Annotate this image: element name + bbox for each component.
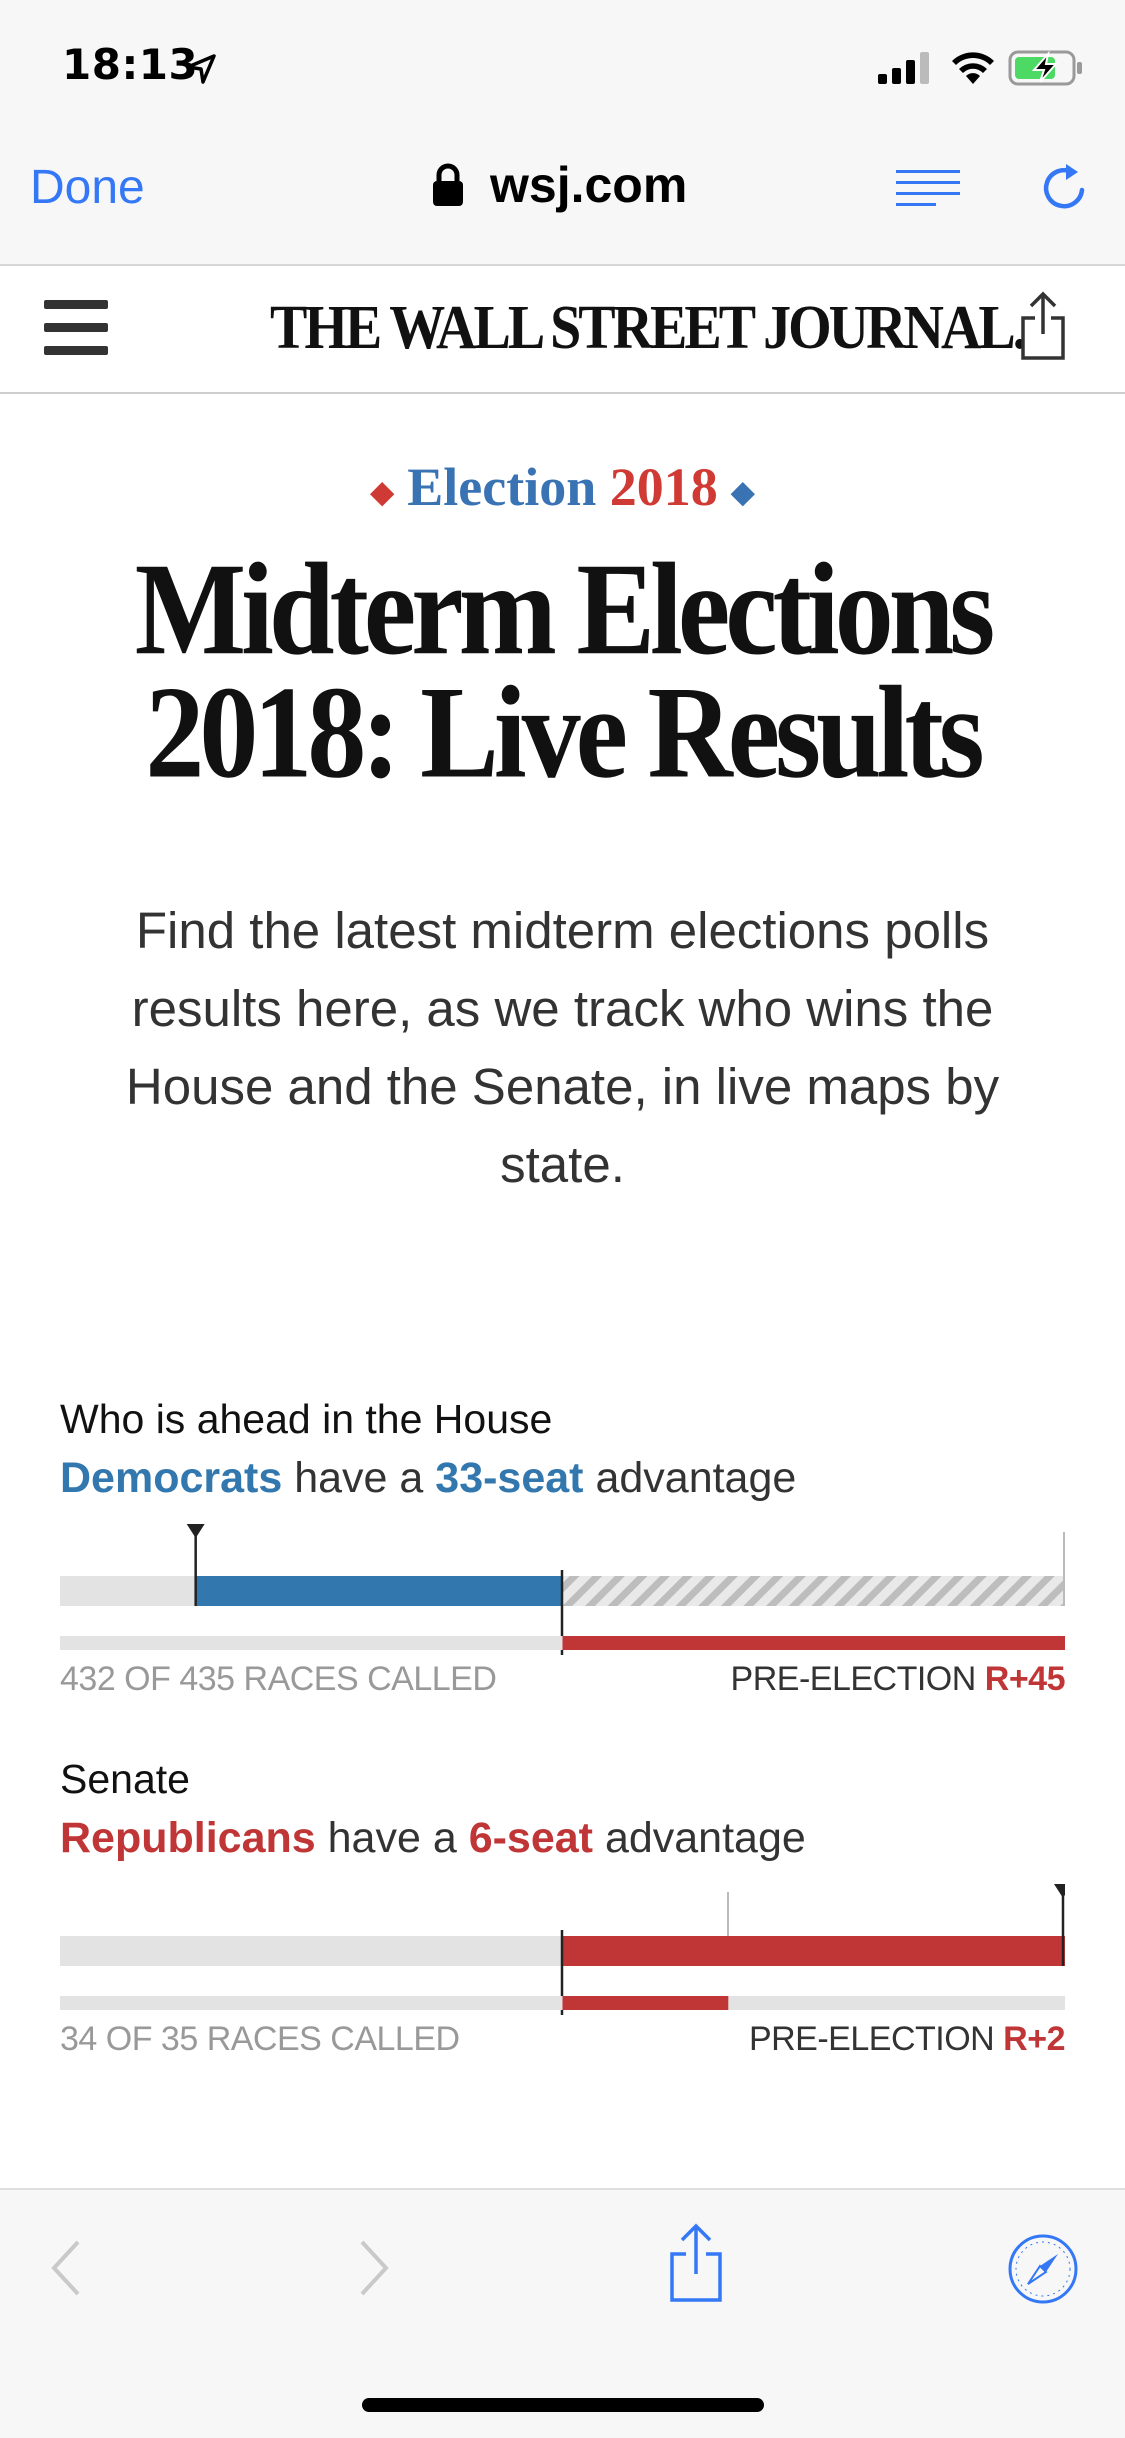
house-summary: Democrats have a 33-seat advantage: [60, 1454, 797, 1502]
house-undecided-bar: [562, 1576, 1065, 1606]
chevron-left-icon[interactable]: [48, 2238, 84, 2298]
lock-icon: [433, 163, 463, 206]
location-arrow-icon: [186, 54, 216, 84]
cellular-signal-icon: [878, 52, 934, 84]
senate-pre-election-bar: [562, 1996, 729, 2010]
home-indicator[interactable]: [362, 2398, 764, 2412]
share-icon[interactable]: [666, 2222, 726, 2304]
wifi-icon: [952, 52, 994, 84]
page-title: Midterm Elections 2018: Live Results: [134, 535, 996, 806]
senate-seat-chart[interactable]: [60, 1880, 1065, 2015]
status-time: 18:13: [62, 40, 199, 89]
reader-view-icon[interactable]: [896, 168, 960, 208]
senate-republican-bar: [562, 1936, 1065, 1966]
house-races-called: 432 OF 435 RACES CALLED: [60, 1660, 497, 1698]
senate-races-called: 34 OF 35 RACES CALLED: [60, 2020, 460, 2058]
share-icon[interactable]: [1018, 290, 1068, 362]
house-democrat-bar: [195, 1576, 563, 1606]
section-kicker[interactable]: ◆ Election 2018 ◆: [0, 456, 1125, 518]
masthead-logo[interactable]: THE WALL STREET JOURNAL.: [270, 292, 1027, 364]
house-majority-marker-head: [186, 1524, 205, 1538]
hamburger-menu-icon[interactable]: [44, 300, 108, 356]
battery-charging-icon: [1008, 50, 1082, 86]
house-pre-election: PRE-ELECTION R+45: [730, 1660, 1066, 1698]
chevron-right-icon[interactable]: [356, 2238, 392, 2298]
senate-end-marker-head: [1054, 1884, 1065, 1898]
article-dek: Find the latest midterm elections polls …: [125, 902, 1000, 1193]
done-button[interactable]: Done: [30, 160, 145, 215]
diamond-icon: ◆: [731, 476, 755, 510]
compass-icon[interactable]: [1006, 2232, 1080, 2306]
senate-pre-election: PRE-ELECTION R+2: [748, 2020, 1066, 2058]
house-pre-election-bar: [562, 1636, 1065, 1650]
url-field[interactable]: wsj.com: [490, 156, 687, 214]
house-title: Who is ahead in the House: [60, 1396, 553, 1442]
senate-title: Senate: [60, 1756, 190, 1802]
reload-icon[interactable]: [1038, 160, 1094, 216]
diamond-icon: ◆: [370, 476, 394, 510]
senate-summary: Republicans have a 6-seat advantage: [60, 1814, 806, 1862]
house-seat-chart[interactable]: [60, 1520, 1065, 1655]
